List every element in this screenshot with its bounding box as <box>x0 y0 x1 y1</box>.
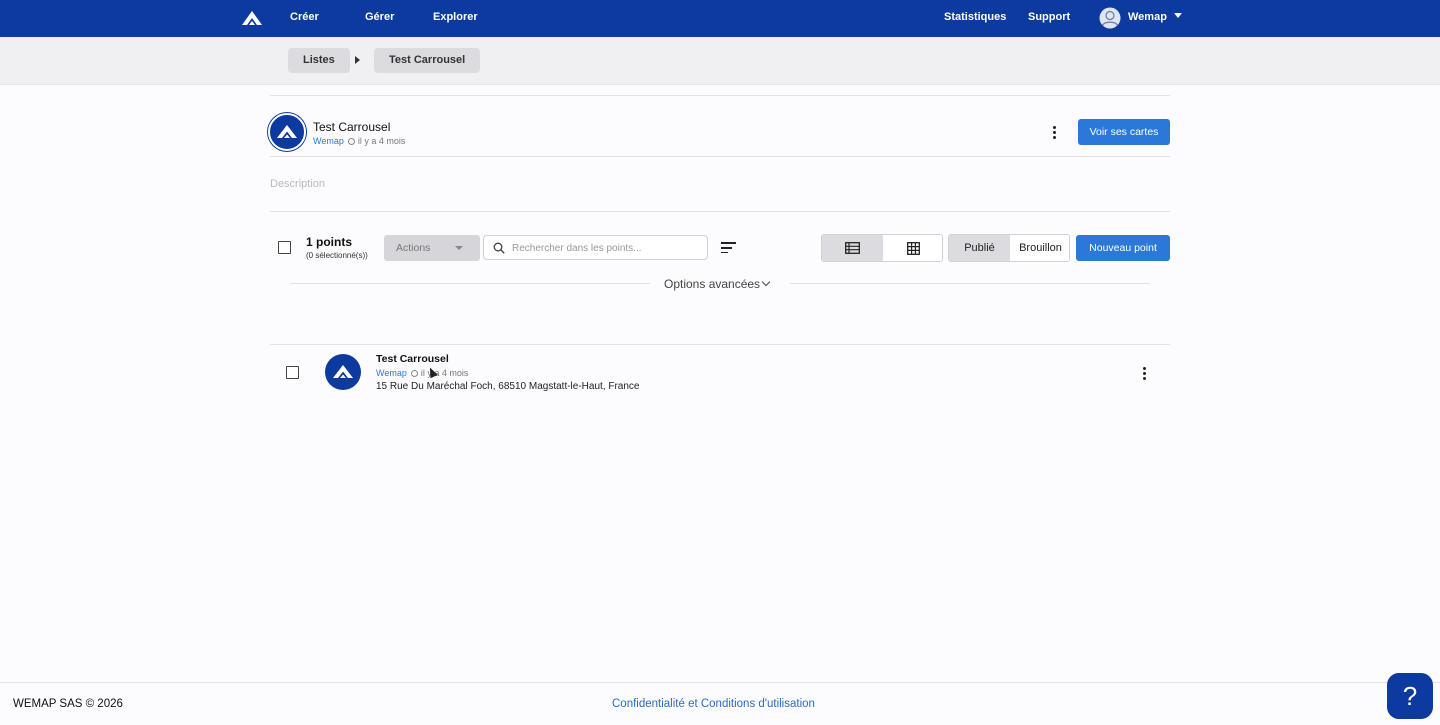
divider <box>290 283 650 284</box>
view-mode-toggle <box>821 234 943 262</box>
search-box <box>483 235 708 260</box>
clock-icon <box>347 138 355 145</box>
search-icon <box>493 242 505 254</box>
actions-dropdown[interactable]: Actions <box>384 235 480 261</box>
wemap-logo-icon <box>277 125 297 138</box>
footer-legal-link[interactable]: Confidentialité et Conditions d'utilisat… <box>612 698 815 710</box>
wemap-logo-icon <box>333 365 353 378</box>
clock-icon <box>410 370 418 377</box>
description-field[interactable]: Description <box>270 178 325 190</box>
grid-view-button[interactable] <box>883 235 942 261</box>
selected-count: (0 sélectionné(s)) <box>306 251 368 260</box>
help-button[interactable]: ? <box>1387 673 1433 719</box>
breadcrumb-separator-icon <box>355 56 360 64</box>
divider <box>270 95 1170 96</box>
divider <box>790 283 1150 284</box>
user-menu-chevron-down-icon[interactable] <box>1174 13 1182 18</box>
status-published-button[interactable]: Publié <box>949 235 1010 261</box>
grid-view-icon <box>907 242 920 255</box>
list-more-options-icon[interactable] <box>1052 126 1056 141</box>
list-author-link[interactable]: Wemap <box>313 136 344 146</box>
point-title[interactable]: Test Carrousel <box>376 353 449 365</box>
top-navbar: Créer Gérer Explorer Statistiques Suppor… <box>0 0 1440 37</box>
divider <box>270 211 1170 212</box>
nav-link-support[interactable]: Support <box>1028 11 1070 23</box>
footer: WEMAP SAS © 2026 Confidentialité et Cond… <box>0 682 1440 725</box>
nav-link-statistiques[interactable]: Statistiques <box>944 11 1006 23</box>
point-meta: Wemap il y a 4 mois <box>376 368 468 378</box>
search-input[interactable] <box>512 240 702 256</box>
point-more-options-icon[interactable] <box>1142 367 1146 382</box>
list-view-icon <box>845 242 860 254</box>
chevron-down-icon <box>455 246 463 250</box>
divider <box>270 344 1170 345</box>
breadcrumb: Listes Test Carrousel <box>0 37 1440 85</box>
sort-icon[interactable] <box>721 242 736 254</box>
wemap-logo-icon[interactable] <box>240 8 264 28</box>
nav-link-explorer[interactable]: Explorer <box>433 11 478 23</box>
footer-copyright: WEMAP SAS © 2026 <box>13 698 123 710</box>
row-checkbox[interactable] <box>286 366 299 379</box>
list-time: il y a 4 mois <box>357 136 406 146</box>
actions-label: Actions <box>396 242 431 254</box>
list-title: Test Carrousel <box>313 120 391 134</box>
view-maps-button[interactable]: Voir ses cartes <box>1078 119 1170 145</box>
list-view-button[interactable] <box>822 235 883 261</box>
select-all-checkbox[interactable] <box>278 241 291 254</box>
point-author-link[interactable]: Wemap <box>376 368 407 378</box>
list-meta: Wemap il y a 4 mois <box>313 136 405 146</box>
point-address: 15 Rue Du Maréchal Foch, 68510 Magstatt-… <box>376 381 640 392</box>
list-avatar <box>268 113 306 151</box>
point-avatar <box>325 354 361 390</box>
status-toggle: Publié Brouillon <box>948 234 1070 262</box>
nav-link-creer[interactable]: Créer <box>290 11 319 23</box>
status-draft-button[interactable]: Brouillon <box>1010 235 1069 261</box>
new-point-button[interactable]: Nouveau point <box>1076 235 1170 261</box>
breadcrumb-item-current[interactable]: Test Carrousel <box>374 48 481 73</box>
user-menu-name[interactable]: Wemap <box>1128 11 1167 23</box>
nav-link-gerer[interactable]: Gérer <box>365 11 394 23</box>
chevron-down-icon[interactable] <box>761 277 771 287</box>
points-count: 1 points <box>306 235 353 249</box>
divider <box>270 156 1170 157</box>
breadcrumb-item-listes[interactable]: Listes <box>288 48 350 73</box>
advanced-options-toggle[interactable]: Options avancées <box>664 277 760 291</box>
user-avatar-icon[interactable] <box>1099 7 1121 29</box>
